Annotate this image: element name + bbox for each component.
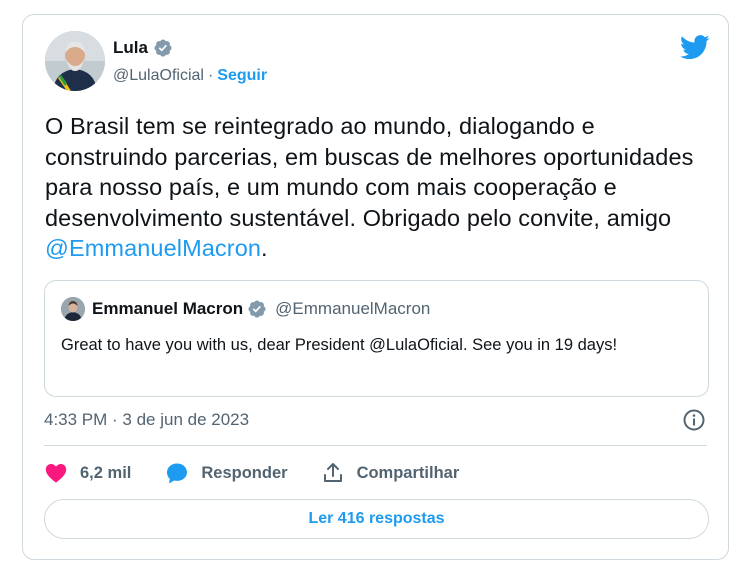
- tweet-mention-link[interactable]: @EmmanuelMacron: [45, 235, 261, 261]
- author-handle-row: @LulaOficial · Seguir: [113, 67, 267, 85]
- verified-badge-icon: [154, 39, 172, 57]
- author-avatar[interactable]: [45, 31, 105, 91]
- share-label: Compartilhar: [356, 463, 460, 482]
- tweet-body: O Brasil tem se reintegrado ao mundo, di…: [45, 111, 705, 264]
- action-bar: 6,2 mil Responder Compartilhar: [44, 461, 459, 485]
- twitter-bird-icon[interactable]: [680, 35, 710, 60]
- separator-dot: ·: [207, 67, 214, 84]
- quote-text: Great to have you with us, dear Presiden…: [61, 336, 618, 354]
- read-replies-label: Ler 416 respostas: [308, 510, 445, 527]
- read-replies-button[interactable]: Ler 416 respostas: [44, 499, 709, 539]
- like-button[interactable]: 6,2 mil: [44, 461, 131, 485]
- divider: [44, 445, 707, 446]
- info-icon[interactable]: [682, 408, 706, 432]
- quote-author-handle[interactable]: @EmmanuelMacron: [275, 299, 430, 319]
- share-icon: [323, 463, 342, 482]
- tweet-text-end: .: [261, 235, 268, 261]
- quote-author-avatar[interactable]: [61, 297, 85, 321]
- author-handle[interactable]: @LulaOficial: [113, 67, 204, 84]
- reply-bubble-icon: [167, 463, 188, 484]
- tweet-text: O Brasil tem se reintegrado ao mundo, di…: [45, 113, 694, 231]
- heart-icon: [45, 464, 67, 483]
- reply-button[interactable]: Responder: [165, 461, 288, 485]
- author-name[interactable]: Lula: [113, 38, 148, 58]
- follow-button[interactable]: Seguir: [217, 67, 267, 84]
- like-count: 6,2 mil: [80, 463, 132, 482]
- tweet-timestamp[interactable]: 4:33 PM · 3 de jun de 2023: [44, 410, 249, 430]
- share-button[interactable]: Compartilhar: [321, 461, 460, 485]
- quote-author-name[interactable]: Emmanuel Macron: [92, 299, 243, 319]
- quoted-tweet[interactable]: Emmanuel Macron @EmmanuelMacron Great to…: [44, 280, 709, 397]
- author-name-row: Lula: [113, 38, 173, 58]
- quote-header: Emmanuel Macron @EmmanuelMacron: [92, 299, 430, 319]
- tweet-card: Lula @LulaOficial · Seguir O Brasil tem se…: [22, 14, 729, 560]
- verified-badge-icon: [248, 300, 266, 318]
- reply-label: Responder: [201, 463, 288, 482]
